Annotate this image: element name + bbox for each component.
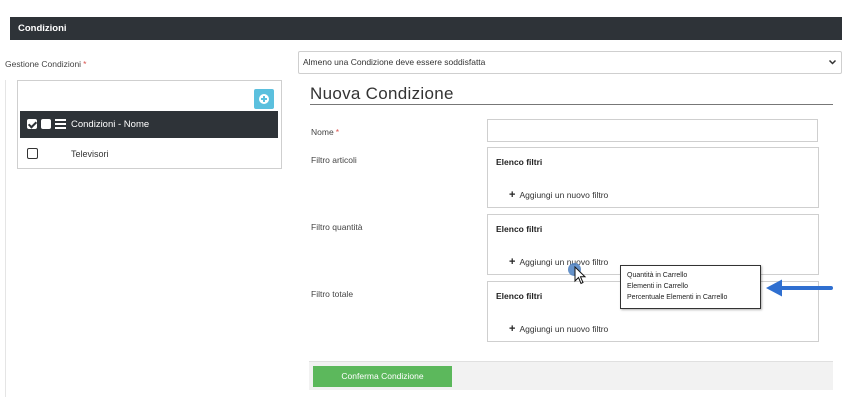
condition-mode-value: Almeno una Condizione deve essere soddis… [303,57,486,67]
select-all-checkbox[interactable] [27,119,37,129]
add-filter-button[interactable]: + Aggiungi un nuovo filtro [509,323,608,335]
plus-icon: + [509,323,516,335]
filter-list-title: Elenco filtri [496,291,543,301]
conditions-tree-panel: Condizioni - Nome Televisori [17,80,282,169]
plus-icon: + [509,256,516,268]
nome-label: Nome * [311,127,339,137]
chevron-down-icon [828,52,837,81]
menu-option-elementi[interactable]: Elementi in Carrello [627,281,760,292]
condition-mode-select[interactable]: Almeno una Condizione deve essere soddis… [298,51,842,74]
menu-option-quantita[interactable]: Quantità in Carrello [627,270,760,281]
header-checkbox[interactable] [41,119,51,129]
add-filter-button[interactable]: + Aggiungi un nuovo filtro [509,189,608,201]
section-title: Condizioni [18,23,67,34]
filtro-articoli-label: Filtro articoli [311,155,357,165]
gestione-condizioni-label: Gestione Condizioni * [5,59,87,69]
plus-icon: + [509,189,516,201]
left-divider [5,80,6,397]
arrow-left-icon [766,279,833,297]
form-footer: Conferma Condizione [309,361,833,390]
nome-input[interactable] [487,119,818,142]
filter-list-title: Elenco filtri [496,157,543,167]
menu-option-percentuale[interactable]: Percentuale Elementi in Carrello [627,292,760,303]
add-filter-button[interactable]: + Aggiungi un nuovo filtro [509,256,608,268]
filtro-quantita-label: Filtro quantità [311,222,363,232]
plus-circle-icon [259,94,269,104]
confirm-condition-button[interactable]: Conferma Condizione [313,366,452,387]
list-icon [55,119,66,129]
add-condition-button[interactable] [254,89,274,109]
filter-options-menu: Quantità in Carrello Elementi in Carrell… [620,265,761,309]
required-marker: * [83,59,87,69]
required-marker: * [335,127,339,137]
page-title: Nuova Condizione [310,84,454,103]
tree-header-title: Condizioni - Nome [71,119,150,130]
tree-header-row[interactable]: Condizioni - Nome [20,111,278,138]
filtro-totale-label: Filtro totale [311,289,354,299]
title-divider [310,104,833,105]
tree-item-checkbox[interactable] [27,148,38,159]
tree-item[interactable]: Televisori [20,143,278,165]
mouse-pointer-icon [574,266,587,285]
filtro-articoli-box: Elenco filtri + Aggiungi un nuovo filtro [487,147,819,208]
tree-item-label: Televisori [71,149,109,159]
section-header: Condizioni [10,17,842,40]
filter-list-title: Elenco filtri [496,224,543,234]
